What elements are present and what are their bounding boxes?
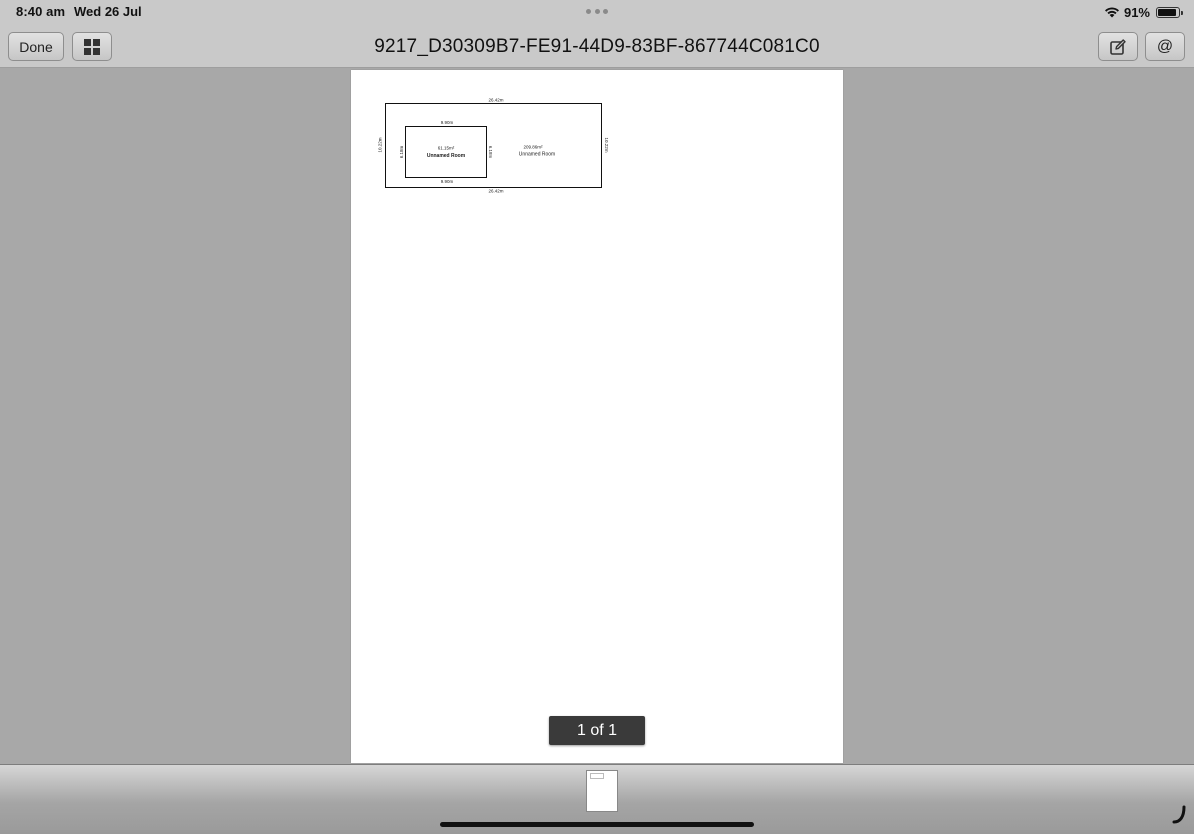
- outer-right-dimension: 10.22m: [604, 137, 609, 152]
- wifi-icon: [1104, 7, 1119, 18]
- status-time: 8:40 am: [16, 4, 66, 19]
- scroll-handle-icon: [1172, 805, 1186, 824]
- inner-room-area: 61.15m²: [438, 146, 455, 151]
- status-bar: 8:40 am Wed 26 Jul 91%: [0, 0, 1194, 24]
- markup-button[interactable]: [1098, 32, 1138, 61]
- inner-right-dimension: 6.18m: [488, 146, 493, 159]
- mail-button[interactable]: @: [1145, 32, 1185, 61]
- outer-left-dimension: 10.22m: [378, 137, 383, 152]
- battery-fill: [1158, 8, 1177, 16]
- outer-top-dimension: 26.42m: [488, 98, 503, 103]
- floor-plan: 26.42m 26.42m 10.22m 10.22m 9.90m 9.90m …: [378, 98, 610, 194]
- inner-bottom-dimension: 9.90m: [441, 179, 454, 184]
- status-date: Wed 26 Jul: [74, 4, 142, 19]
- battery-percentage: 91%: [1123, 4, 1150, 20]
- outer-room-name: Unnamed Room: [519, 152, 555, 158]
- document-page[interactable]: 26.42m 26.42m 10.22m 10.22m 9.90m 9.90m …: [351, 70, 843, 763]
- thumbnail-strip: [0, 764, 1194, 834]
- multitasking-dots-icon[interactable]: [586, 9, 608, 15]
- outer-room-area: 209.86m²: [523, 145, 543, 150]
- status-indicators: 91%: [1104, 4, 1183, 20]
- inner-left-dimension: 6.18m: [399, 145, 404, 158]
- inner-top-dimension: 9.90m: [441, 120, 454, 125]
- thumbnail-preview: [590, 773, 604, 779]
- edit-icon: [1110, 38, 1126, 55]
- inner-room-name: Unnamed Room: [427, 153, 466, 159]
- page-thumbnail[interactable]: [586, 770, 618, 812]
- home-indicator[interactable]: [440, 822, 754, 827]
- toolbar: Done 9217_D30309B7-FE91-44D9-83BF-867744…: [0, 24, 1194, 68]
- outer-bottom-dimension: 26.42m: [488, 189, 503, 194]
- battery-icon: [1156, 6, 1183, 18]
- document-title: 9217_D30309B7-FE91-44D9-83BF-867744C081C…: [374, 36, 820, 57]
- page-indicator: 1 of 1: [549, 716, 645, 745]
